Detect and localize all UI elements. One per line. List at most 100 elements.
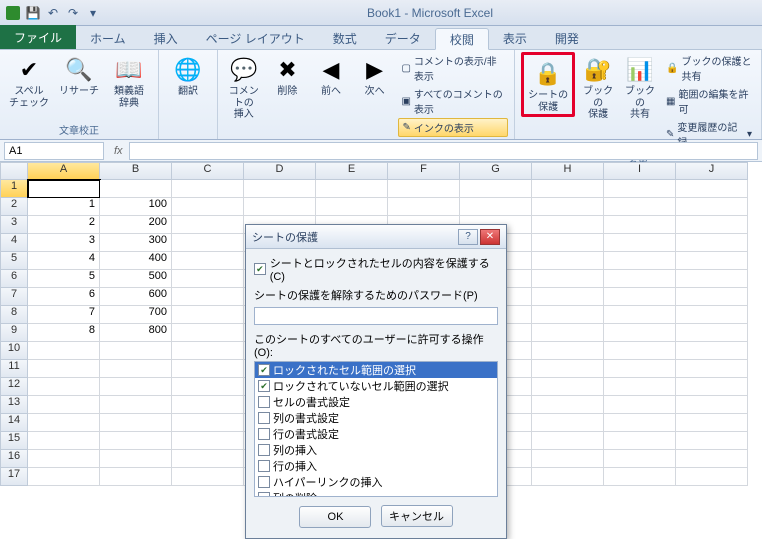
cell[interactable] <box>172 432 244 450</box>
cell[interactable] <box>100 378 172 396</box>
column-header[interactable]: C <box>172 162 244 180</box>
column-header[interactable]: D <box>244 162 316 180</box>
row-header[interactable]: 5 <box>0 252 28 270</box>
permissions-listbox[interactable]: ✔ロックされたセル範囲の選択✔ロックされていないセル範囲の選択セルの書式設定列の… <box>254 361 498 497</box>
permission-item[interactable]: 行の挿入 <box>255 458 497 474</box>
cell[interactable] <box>676 306 748 324</box>
next-comment-button[interactable]: ▶次へ <box>355 52 395 98</box>
cell[interactable]: 400 <box>100 252 172 270</box>
translate-button[interactable]: 🌐翻訳 <box>165 52 211 98</box>
cell[interactable] <box>172 342 244 360</box>
permission-item[interactable]: ✔ロックされたセル範囲の選択 <box>255 362 497 378</box>
cell[interactable] <box>28 396 100 414</box>
cell[interactable] <box>676 378 748 396</box>
tab-formulas[interactable]: 数式 <box>319 27 371 49</box>
cell[interactable]: 200 <box>100 216 172 234</box>
cell[interactable] <box>532 414 604 432</box>
cell[interactable] <box>604 216 676 234</box>
toggle-comment-visibility[interactable]: ▢コメントの表示/非表示 <box>398 52 508 84</box>
cell[interactable] <box>532 180 604 198</box>
cell[interactable] <box>316 180 388 198</box>
allow-edit-ranges[interactable]: ▦範囲の編集を許可 <box>663 85 755 117</box>
cell[interactable] <box>172 450 244 468</box>
row-header[interactable]: 6 <box>0 270 28 288</box>
column-header[interactable]: J <box>676 162 748 180</box>
cell[interactable] <box>172 288 244 306</box>
cell[interactable] <box>172 378 244 396</box>
cell[interactable] <box>100 468 172 486</box>
prev-comment-button[interactable]: ◀前へ <box>311 52 351 98</box>
permission-item[interactable]: ✔ロックされていないセル範囲の選択 <box>255 378 497 394</box>
cell[interactable] <box>676 234 748 252</box>
cell[interactable] <box>100 450 172 468</box>
cell[interactable] <box>172 414 244 432</box>
cell[interactable] <box>676 342 748 360</box>
redo-icon[interactable]: ↷ <box>64 4 82 22</box>
cell[interactable]: 4 <box>28 252 100 270</box>
cell[interactable] <box>532 270 604 288</box>
cell[interactable] <box>100 180 172 198</box>
cell[interactable] <box>532 216 604 234</box>
tab-developer[interactable]: 開発 <box>541 27 593 49</box>
cell[interactable] <box>532 234 604 252</box>
tab-view[interactable]: 表示 <box>489 27 541 49</box>
cell[interactable] <box>676 198 748 216</box>
cell[interactable]: 300 <box>100 234 172 252</box>
cell[interactable]: 8 <box>28 324 100 342</box>
protect-contents-checkbox[interactable]: ✔ シートとロックされたセルの内容を保護する(C) <box>254 255 498 283</box>
row-header[interactable]: 15 <box>0 432 28 450</box>
tab-insert[interactable]: 挿入 <box>140 27 192 49</box>
fx-icon[interactable]: fx <box>108 145 129 157</box>
permission-item[interactable]: 列の挿入 <box>255 442 497 458</box>
cell[interactable] <box>532 432 604 450</box>
cell[interactable] <box>388 198 460 216</box>
cell[interactable] <box>532 306 604 324</box>
tab-pagelayout[interactable]: ページ レイアウト <box>192 27 319 49</box>
row-header[interactable]: 3 <box>0 216 28 234</box>
cell[interactable] <box>532 252 604 270</box>
cell[interactable] <box>532 450 604 468</box>
row-header[interactable]: 9 <box>0 324 28 342</box>
protect-workbook-button[interactable]: 🔐ブックの保護 <box>579 52 617 121</box>
dialog-close-button[interactable]: ✕ <box>480 229 500 245</box>
cell[interactable] <box>28 468 100 486</box>
cell[interactable] <box>100 342 172 360</box>
cell[interactable] <box>100 432 172 450</box>
cell[interactable] <box>604 180 676 198</box>
cell[interactable] <box>604 288 676 306</box>
cancel-button[interactable]: キャンセル <box>381 505 453 527</box>
cell[interactable] <box>100 360 172 378</box>
cell[interactable] <box>172 306 244 324</box>
cell[interactable] <box>676 432 748 450</box>
cell[interactable] <box>532 342 604 360</box>
research-button[interactable]: 🔍リサーチ <box>56 52 102 98</box>
cell[interactable] <box>676 180 748 198</box>
name-box[interactable]: A1 <box>4 142 104 160</box>
cell[interactable] <box>172 270 244 288</box>
cell[interactable] <box>676 270 748 288</box>
cell[interactable] <box>28 180 100 198</box>
cell[interactable] <box>676 252 748 270</box>
cell[interactable] <box>604 468 676 486</box>
cell[interactable] <box>172 234 244 252</box>
cell[interactable] <box>388 180 460 198</box>
show-all-comments[interactable]: ▣すべてのコメントの表示 <box>398 85 508 117</box>
cell[interactable] <box>604 324 676 342</box>
tab-file[interactable]: ファイル <box>0 25 76 49</box>
cell[interactable]: 600 <box>100 288 172 306</box>
permission-item[interactable]: 列の削除 <box>255 490 497 497</box>
cell[interactable] <box>676 288 748 306</box>
row-header[interactable]: 10 <box>0 342 28 360</box>
qat-dropdown-icon[interactable]: ▾ <box>84 4 102 22</box>
cell[interactable] <box>28 450 100 468</box>
cell[interactable]: 500 <box>100 270 172 288</box>
cell[interactable] <box>532 396 604 414</box>
cell[interactable] <box>532 288 604 306</box>
cell[interactable] <box>604 270 676 288</box>
delete-comment-button[interactable]: ✖削除 <box>268 52 308 98</box>
row-header[interactable]: 13 <box>0 396 28 414</box>
cell[interactable] <box>604 306 676 324</box>
cell[interactable] <box>604 252 676 270</box>
column-header[interactable]: E <box>316 162 388 180</box>
cell[interactable] <box>604 414 676 432</box>
